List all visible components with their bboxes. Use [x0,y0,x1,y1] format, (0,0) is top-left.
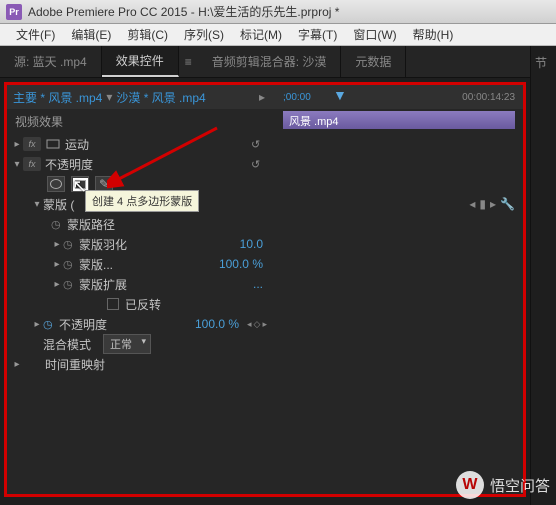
blend-mode-label: 混合模式 [43,336,103,353]
expand-arrow-icon[interactable]: ▸ [51,259,63,270]
video-effects-label: 视频效果 [7,109,275,134]
watermark-logo-icon: W [456,471,484,499]
inverted-checkbox[interactable] [107,298,119,310]
tab-source[interactable]: 源: 蓝天 .mp4 [0,46,102,77]
mask-feather-value[interactable]: 10.0 [240,237,263,251]
motion-label: 运动 [65,136,251,153]
stopwatch-icon[interactable]: ◷ [63,278,75,290]
menu-title[interactable]: 字幕(T) [290,24,345,45]
master-clip-link[interactable]: 主要 * 风景 .mp4 [13,89,102,106]
chevron-right-icon[interactable]: ▸ [255,90,269,104]
stopwatch-active-icon[interactable]: ◷ [43,318,55,330]
mask-feather-label: 蒙版羽化 [79,236,240,253]
time-remap-row[interactable]: ▸ fx 时间重映射 [7,354,275,374]
watermark-text: 悟空问答 [490,475,550,496]
mask-inverted-row[interactable]: 已反转 [7,294,275,314]
opacity-value[interactable]: 100.0 % [195,317,239,331]
window-title: Adobe Premiere Pro CC 2015 - H:\爱生活的乐先生.… [28,3,339,20]
motion-icon [45,137,61,151]
ellipse-mask-button[interactable] [47,176,65,192]
mask-expansion-label: 蒙版扩展 [79,276,253,293]
mask-feather-row[interactable]: ▸ ◷ 蒙版羽化 10.0 [7,234,275,254]
inverted-label: 已反转 [125,296,271,313]
expand-arrow-icon[interactable]: ▸ [11,139,23,150]
opacity-effect-row[interactable]: ▾ fx 不透明度 ↺ [7,154,275,174]
right-panel-strip: 节 [530,46,556,505]
prev-keyframe-icon[interactable]: ◂ [247,319,252,330]
time-remap-label: 时间重映射 [45,356,271,373]
time-end-label: 00:00:14:23 [462,92,515,103]
stopwatch-icon[interactable]: ◷ [63,258,75,270]
opacity-property-row[interactable]: ▸ ◷ 不透明度 100.0 % ◂ ◇ ▸ [7,314,275,334]
menu-file[interactable]: 文件(F) [8,24,63,45]
stopwatch-icon[interactable]: ◷ [63,238,75,250]
menu-clip[interactable]: 剪辑(C) [119,24,176,45]
fx-badge[interactable]: fx [23,157,41,171]
blend-mode-row[interactable]: 混合模式 正常 [7,334,275,354]
chevron-down-icon[interactable]: ▾ [102,90,116,104]
reset-icon[interactable]: ↺ [251,138,267,151]
menu-edit[interactable]: 编辑(E) [63,24,119,45]
time-start-label: ;00:00 [283,92,311,103]
wrench-icon[interactable]: 🔧 [500,197,515,211]
mask-path-label: 蒙版路径 [67,216,271,233]
mask-opacity-value[interactable]: 100.0 % [219,257,263,271]
tab-effect-controls[interactable]: 效果控件 [102,46,179,77]
panel-menu-icon[interactable]: ≡ [179,46,198,77]
right-tab[interactable]: 节 [531,46,556,79]
mask-opacity-row[interactable]: ▸ ◷ 蒙版... 100.0 % [7,254,275,274]
sequence-clip-link[interactable]: 沙漠 * 风景 .mp4 [116,89,205,106]
playhead-caret-icon[interactable]: ▼ [333,87,347,103]
blend-mode-dropdown[interactable]: 正常 [103,334,151,354]
next-keyframe-icon[interactable]: ▸ [262,319,267,330]
tab-audio-mixer[interactable]: 音频剪辑混合器: 沙漠 [198,46,342,77]
expand-arrow-icon[interactable]: ▸ [31,319,43,330]
menu-sequence[interactable]: 序列(S) [176,24,232,45]
clip-header: 主要 * 风景 .mp4 ▾ 沙漠 * 风景 .mp4 ▸ [7,85,275,109]
opacity-prop-label: 不透明度 [59,316,195,333]
keyframe-nav: ◂ ◇ ▸ [247,319,267,330]
expand-arrow-icon[interactable]: ▸ [51,239,63,250]
panel-tabs: 源: 蓝天 .mp4 效果控件 ≡ 音频剪辑混合器: 沙漠 元数据 [0,46,530,78]
menubar: 文件(F) 编辑(E) 剪辑(C) 序列(S) 标记(M) 字幕(T) 窗口(W… [0,24,556,46]
menu-marker[interactable]: 标记(M) [232,24,290,45]
timeline-clip-bar[interactable]: 风景 .mp4 [283,111,515,129]
mask-track-tools: ◂ ▮ ▸ 🔧 [469,197,515,211]
menu-help[interactable]: 帮助(H) [405,24,462,45]
titlebar: Pr Adobe Premiere Pro CC 2015 - H:\爱生活的乐… [0,0,556,24]
fx-badge[interactable]: fx [23,137,41,151]
menu-window[interactable]: 窗口(W) [345,24,404,45]
track-backward-icon[interactable]: ◂ [469,197,475,211]
track-frame-icon[interactable]: ▮ [479,197,486,211]
track-forward-icon[interactable]: ▸ [490,197,496,211]
effect-controls-panel: 主要 * 风景 .mp4 ▾ 沙漠 * 风景 .mp4 ▸ 视频效果 ▸ fx … [7,85,275,494]
collapse-arrow-icon[interactable]: ▾ [31,199,43,210]
opacity-label: 不透明度 [45,156,251,173]
motion-effect-row[interactable]: ▸ fx 运动 ↺ [7,134,275,154]
mask-expansion-value[interactable]: ... [253,277,263,291]
add-keyframe-icon[interactable]: ◇ [254,319,261,330]
effect-timeline: ▼ ;00:00 00:00:14:23 风景 .mp4 ◂ ▮ ▸ 🔧 [275,85,523,494]
tab-metadata[interactable]: 元数据 [341,46,406,77]
collapse-arrow-icon[interactable]: ▾ [11,159,23,170]
app-icon: Pr [6,4,22,20]
stopwatch-icon[interactable]: ◷ [51,218,63,230]
expand-arrow-icon[interactable]: ▸ [51,279,63,290]
tooltip: 创建 4 点多边形蒙版 [85,190,199,212]
mask-opacity-label: 蒙版... [79,256,219,273]
reset-icon[interactable]: ↺ [251,158,267,171]
mask-path-row[interactable]: ◷ 蒙版路径 [7,214,275,234]
time-ruler[interactable]: ▼ ;00:00 00:00:14:23 [275,85,523,109]
watermark: W 悟空问答 [456,471,550,499]
expand-arrow-icon[interactable]: ▸ [11,359,23,370]
mask-expansion-row[interactable]: ▸ ◷ 蒙版扩展 ... [7,274,275,294]
